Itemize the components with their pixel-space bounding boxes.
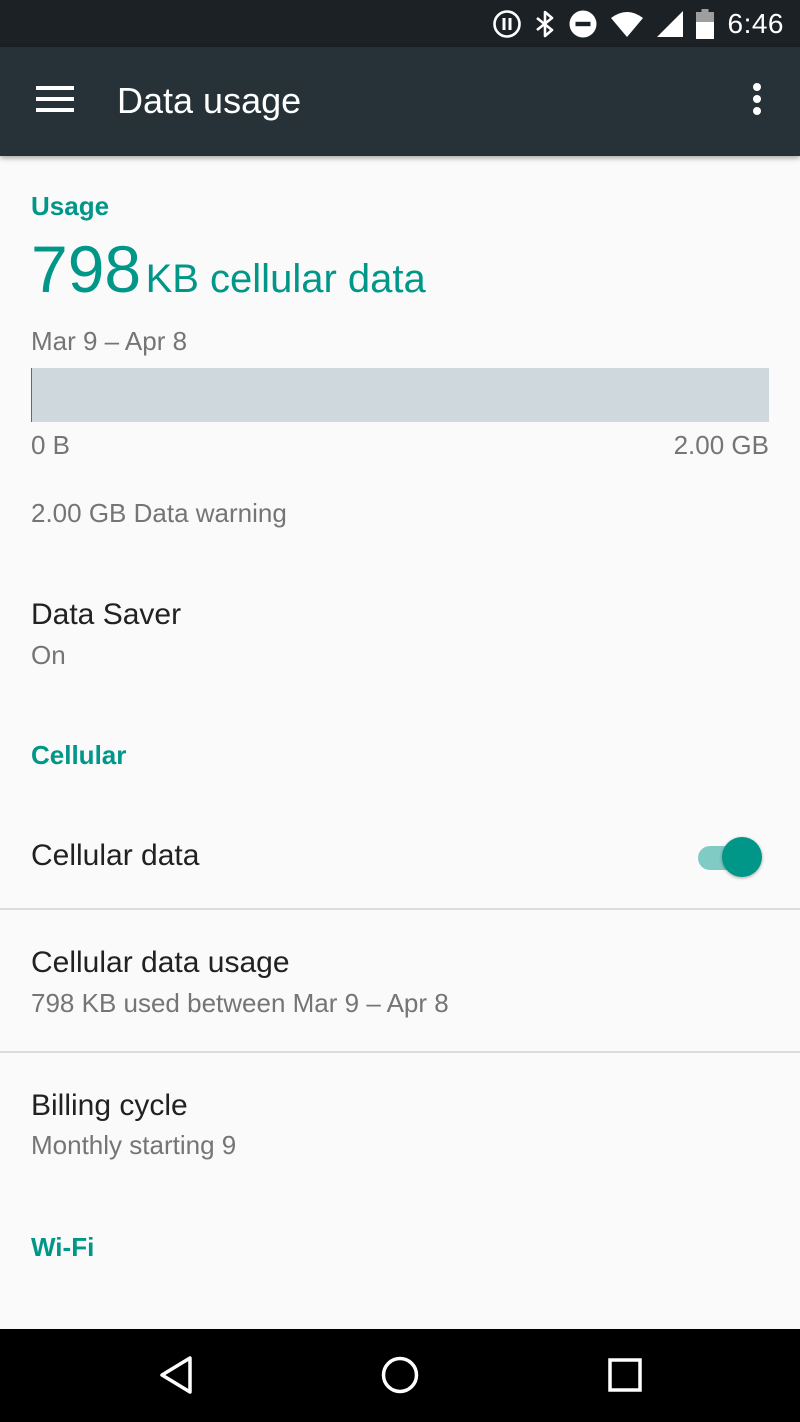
wifi-section-header: Wi-Fi [31,1232,95,1262]
billing-cycle-row[interactable]: Billing cycle Monthly starting 9 [0,1053,800,1195]
data-saver-row[interactable]: Data Saver On [0,566,800,686]
battery-icon [695,8,714,39]
home-icon [380,1355,420,1400]
cellular-data-row[interactable]: Cellular data [0,806,800,908]
back-icon [158,1355,194,1400]
navigation-bar [0,1329,800,1422]
hamburger-menu-icon [36,85,74,117]
menu-button[interactable] [26,79,84,123]
cellular-signal-icon [656,10,684,38]
more-vert-icon [752,82,762,121]
data-warning-text: 2.00 GB Data warning [31,498,287,528]
status-time: 6:46 [727,7,784,39]
data-saver-title: Data Saver [31,598,182,631]
usage-section-header: Usage [31,191,110,221]
billing-cycle-title: Billing cycle [31,1089,188,1122]
pause-circle-icon [492,9,522,39]
cellular-section-header: Cellular [31,740,127,770]
page-title: Data usage [117,80,302,121]
usage-amount: 798 KB cellular data [31,234,426,304]
recents-button[interactable] [597,1349,653,1405]
usage-amount-unit: KB cellular data [145,257,426,301]
status-bar: 6:46 [0,0,800,47]
overflow-menu-button[interactable] [734,77,780,125]
cellular-data-usage-title: Cellular data usage [31,946,290,979]
wifi-icon [610,10,644,38]
cellular-data-usage-row[interactable]: Cellular data usage 798 KB used between … [0,910,800,1052]
cellular-data-label: Cellular data [31,839,200,872]
cellular-data-toggle[interactable] [696,836,766,880]
home-button[interactable] [372,1349,428,1405]
usage-bar [31,368,769,422]
back-button[interactable] [148,1349,204,1405]
bluetooth-icon [534,9,556,39]
cellular-data-usage-summary: 798 KB used between Mar 9 – Apr 8 [31,988,449,1018]
recents-icon [607,1357,643,1398]
usage-bar-max-label: 2.00 GB [673,430,769,460]
do-not-disturb-icon [568,9,598,39]
app-bar: Data usage [0,47,800,156]
data-saver-summary: On [31,640,66,670]
billing-cycle-summary: Monthly starting 9 [31,1130,237,1160]
usage-period: Mar 9 – Apr 8 [31,326,188,356]
usage-amount-value: 798 [31,232,142,306]
usage-bar-min-label: 0 B [31,430,71,460]
toggle-thumb [722,837,762,877]
